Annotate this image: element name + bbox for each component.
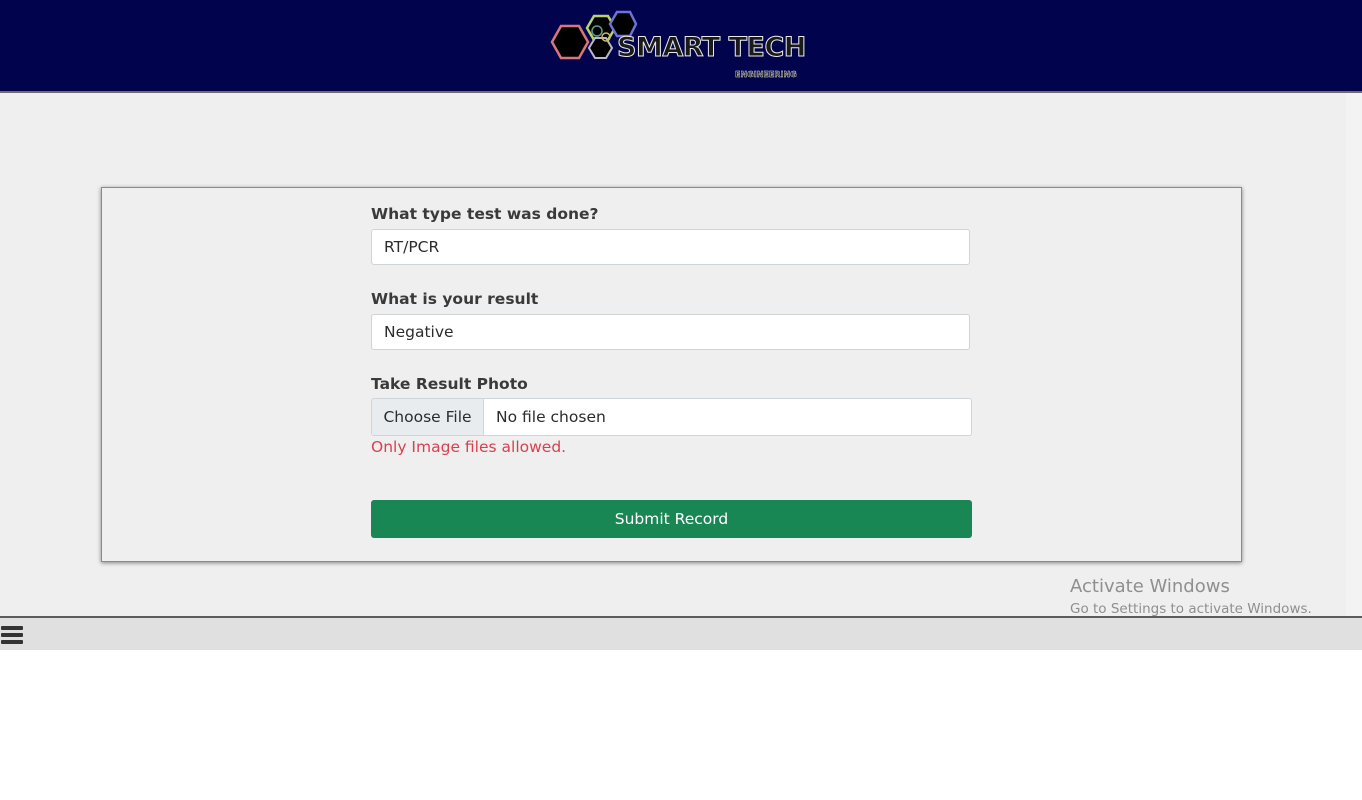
test-type-input[interactable] <box>371 229 970 265</box>
brand-tagline: ENGINEERING <box>735 70 797 79</box>
smart-tech-logo[interactable]: SMART TECH ENGINEERING <box>544 4 819 86</box>
photo-file-input[interactable]: Choose File No file chosen <box>371 398 972 436</box>
result-label: What is your result <box>371 290 539 308</box>
choose-file-button[interactable]: Choose File <box>372 399 484 435</box>
brand-name: SMART TECH <box>617 32 807 63</box>
test-type-label: What type test was done? <box>371 205 599 223</box>
hamburger-menu-icon[interactable] <box>1 626 23 645</box>
scrollbar-track[interactable] <box>1346 93 1362 616</box>
bottom-bar <box>0 616 1362 650</box>
photo-label: Take Result Photo <box>371 375 528 393</box>
result-input[interactable] <box>371 314 970 350</box>
activate-windows-subtitle: Go to Settings to activate Windows. <box>1070 601 1312 617</box>
file-error-message: Only Image files allowed. <box>371 438 567 456</box>
file-status-text: No file chosen <box>496 408 606 426</box>
site-header: SMART TECH ENGINEERING <box>0 0 1362 93</box>
submit-record-button[interactable]: Submit Record <box>371 500 972 538</box>
activate-windows-title: Activate Windows <box>1070 576 1230 597</box>
